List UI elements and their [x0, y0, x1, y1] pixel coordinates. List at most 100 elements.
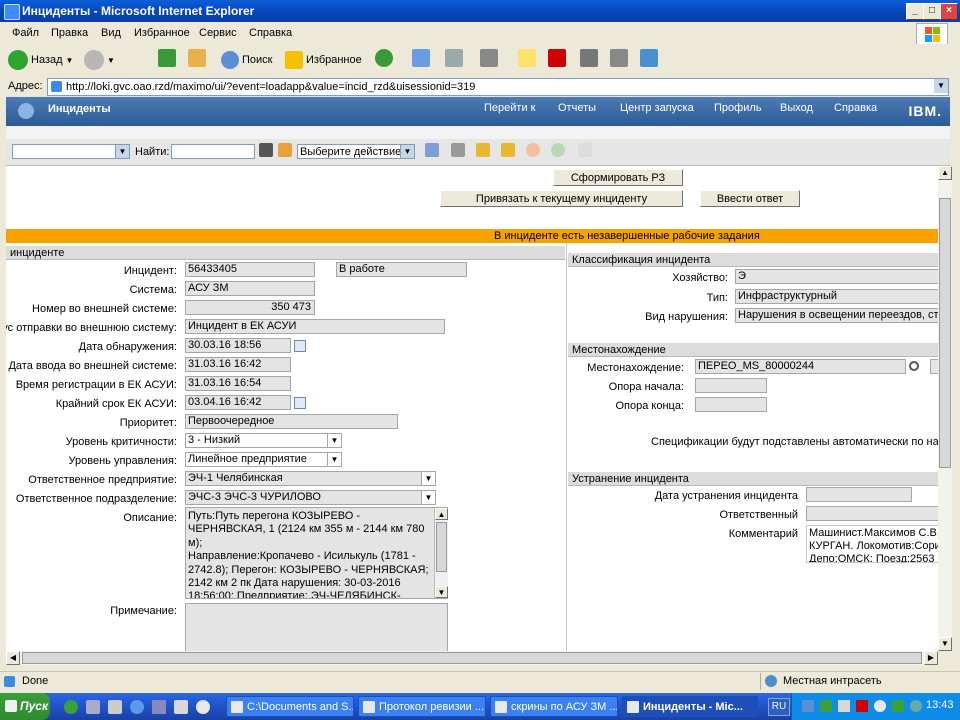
back-button[interactable]: Назад ▼ — [8, 49, 73, 71]
page-vertical-scrollbar[interactable]: ▲ ▼ — [938, 166, 952, 651]
menu-help[interactable]: Справка — [249, 27, 292, 39]
people-icon[interactable] — [640, 49, 658, 67]
end-support-field[interactable] — [695, 397, 767, 412]
workflow-icon[interactable] — [551, 143, 565, 157]
print-icon[interactable] — [445, 49, 463, 67]
nav-reports[interactable]: Отчеты — [558, 102, 596, 114]
menu-tools[interactable]: Сервис — [199, 27, 237, 39]
page-horizontal-scrollbar[interactable]: ◀ ▶ — [6, 651, 938, 665]
deadline-field[interactable]: 03.04.16 16:42 — [185, 395, 291, 410]
calendar-icon[interactable] — [294, 397, 306, 409]
address-dropdown-icon[interactable]: ▼ — [934, 79, 948, 93]
quicklaunch-tree-icon[interactable] — [64, 700, 78, 714]
violation-type-field[interactable]: Нарушения в освещении переездов, стан — [735, 308, 938, 323]
enter-answer-button[interactable]: Ввести ответ — [700, 190, 800, 207]
tray-app-icon[interactable] — [838, 700, 850, 712]
quicklaunch-ie-icon[interactable] — [130, 700, 144, 714]
priority-field[interactable]: Первоочередное — [185, 414, 398, 429]
minimize-button[interactable]: _ — [906, 3, 924, 20]
description-scrollbar[interactable]: ▲ ▼ — [434, 508, 448, 598]
chevron-up-icon[interactable]: ▲ — [938, 166, 952, 180]
research-icon[interactable] — [610, 49, 628, 67]
link-incident-button[interactable]: Привязать к текущему инциденту — [440, 190, 683, 207]
resp-enterprise-select[interactable]: ЭЧ-1 Челябинская ▼ — [185, 471, 436, 486]
quicklaunch-disk-icon[interactable] — [86, 700, 100, 714]
description-textarea[interactable]: Путь:Путь перегона КОЗЫРЕВО - ЧЕРНЯВСКАЯ… — [185, 507, 448, 599]
save-icon[interactable] — [451, 143, 465, 157]
nav-help[interactable]: Справка — [834, 102, 877, 114]
bulletin-icon[interactable] — [578, 143, 592, 157]
address-input[interactable]: http://loki.gvc.oao.rzd/maximo/ui/?event… — [47, 78, 949, 96]
management-level-select[interactable]: Линейное предприятие ▼ — [185, 452, 342, 467]
menu-edit[interactable]: Правка — [51, 27, 88, 39]
quicklaunch-tool-icon[interactable] — [108, 700, 122, 714]
detected-date-field[interactable]: 30.03.16 18:56 — [185, 338, 291, 353]
nav-logout[interactable]: Выход — [780, 102, 813, 114]
calendar-icon[interactable] — [294, 340, 306, 352]
ext-number-field[interactable]: 350 473 — [185, 300, 315, 315]
tray-security-icon[interactable] — [820, 700, 832, 712]
close-button[interactable]: × — [940, 3, 958, 20]
query-select[interactable]: ▼ — [12, 144, 130, 159]
kaspersky-icon[interactable] — [548, 49, 566, 67]
task-explorer[interactable]: C:\Documents and S... — [226, 696, 354, 717]
mail-icon[interactable] — [412, 49, 430, 67]
messenger-icon[interactable] — [580, 49, 598, 67]
quicklaunch-app-icon[interactable] — [174, 700, 188, 714]
tray-network-icon[interactable] — [802, 700, 814, 712]
form-rz-button[interactable]: Сформировать РЗ — [553, 169, 683, 186]
responsible-field[interactable] — [806, 506, 938, 521]
send-status-field[interactable]: Инцидент в ЕК АСУИ — [185, 319, 445, 334]
new-record-icon[interactable] — [425, 143, 439, 157]
ext-input-date-field[interactable]: 31.03.16 16:42 — [185, 357, 291, 372]
nav-start-center[interactable]: Центр запуска — [620, 102, 694, 114]
location-extra-field[interactable] — [930, 359, 938, 374]
quicklaunch-player-icon[interactable] — [196, 700, 210, 714]
incident-field[interactable]: 56433405 — [185, 262, 315, 277]
favorites-button[interactable]: Избранное — [285, 49, 362, 71]
find-input[interactable] — [171, 144, 255, 159]
comment-field[interactable]: Машинист.Максимов С.В., Т КУРГАН. Локомо… — [806, 525, 938, 563]
tray-sound-icon[interactable] — [874, 700, 886, 712]
chevron-left-icon[interactable]: ◀ — [6, 651, 20, 665]
scroll-thumb[interactable] — [436, 522, 447, 572]
chevron-up-icon[interactable]: ▲ — [435, 508, 448, 520]
maximize-button[interactable]: □ — [923, 3, 941, 20]
filter-icon[interactable] — [278, 143, 292, 157]
search-button[interactable]: Поиск — [221, 49, 272, 71]
scroll-thumb[interactable] — [939, 198, 951, 468]
quicklaunch-desktop-icon[interactable] — [152, 700, 166, 714]
resolution-date-field[interactable] — [806, 487, 912, 502]
route-icon[interactable] — [526, 143, 540, 157]
scroll-thumb[interactable] — [22, 652, 922, 664]
note-icon[interactable] — [518, 49, 536, 67]
tray-display-icon[interactable] — [910, 700, 922, 712]
menu-file[interactable]: Файл — [12, 27, 39, 39]
menu-view[interactable]: Вид — [101, 27, 121, 39]
previous-icon[interactable] — [476, 143, 490, 157]
search-icon[interactable] — [909, 361, 919, 371]
status-field[interactable]: В работе — [336, 262, 467, 277]
economy-field[interactable]: Э — [735, 269, 938, 284]
binoculars-icon[interactable] — [259, 143, 273, 157]
nav-goto[interactable]: Перейти к — [484, 102, 535, 114]
type-field[interactable]: Инфраструктурный — [735, 289, 938, 304]
home-icon[interactable] — [188, 49, 206, 67]
menu-favorites[interactable]: Избранное — [134, 27, 190, 39]
history-icon[interactable] — [375, 49, 393, 67]
next-icon[interactable] — [501, 143, 515, 157]
tray-update-icon[interactable] — [892, 700, 904, 712]
edit-icon[interactable] — [480, 49, 498, 67]
task-incidents-ie[interactable]: Инциденты - Mic... — [622, 696, 758, 717]
tray-kaspersky-icon[interactable] — [856, 700, 868, 712]
resp-division-select[interactable]: ЭЧС-3 ЭЧС-3 ЧУРИЛОВО ▼ — [185, 490, 436, 505]
chevron-down-icon[interactable]: ▼ — [435, 586, 448, 598]
chevron-right-icon[interactable]: ▶ — [924, 651, 938, 665]
criticality-select[interactable]: 3 - Низкий ▼ — [185, 433, 342, 448]
registration-time-field[interactable]: 31.03.16 16:54 — [185, 376, 291, 391]
refresh-icon[interactable] — [158, 49, 176, 67]
start-button[interactable]: Пуск — [0, 693, 50, 720]
forward-button[interactable]: ▼ — [84, 49, 115, 71]
location-field[interactable]: ПЕРЕО_MS_80000244 — [695, 359, 906, 374]
task-screens-doc[interactable]: скрины по АСУ ЗМ ... — [490, 696, 618, 717]
